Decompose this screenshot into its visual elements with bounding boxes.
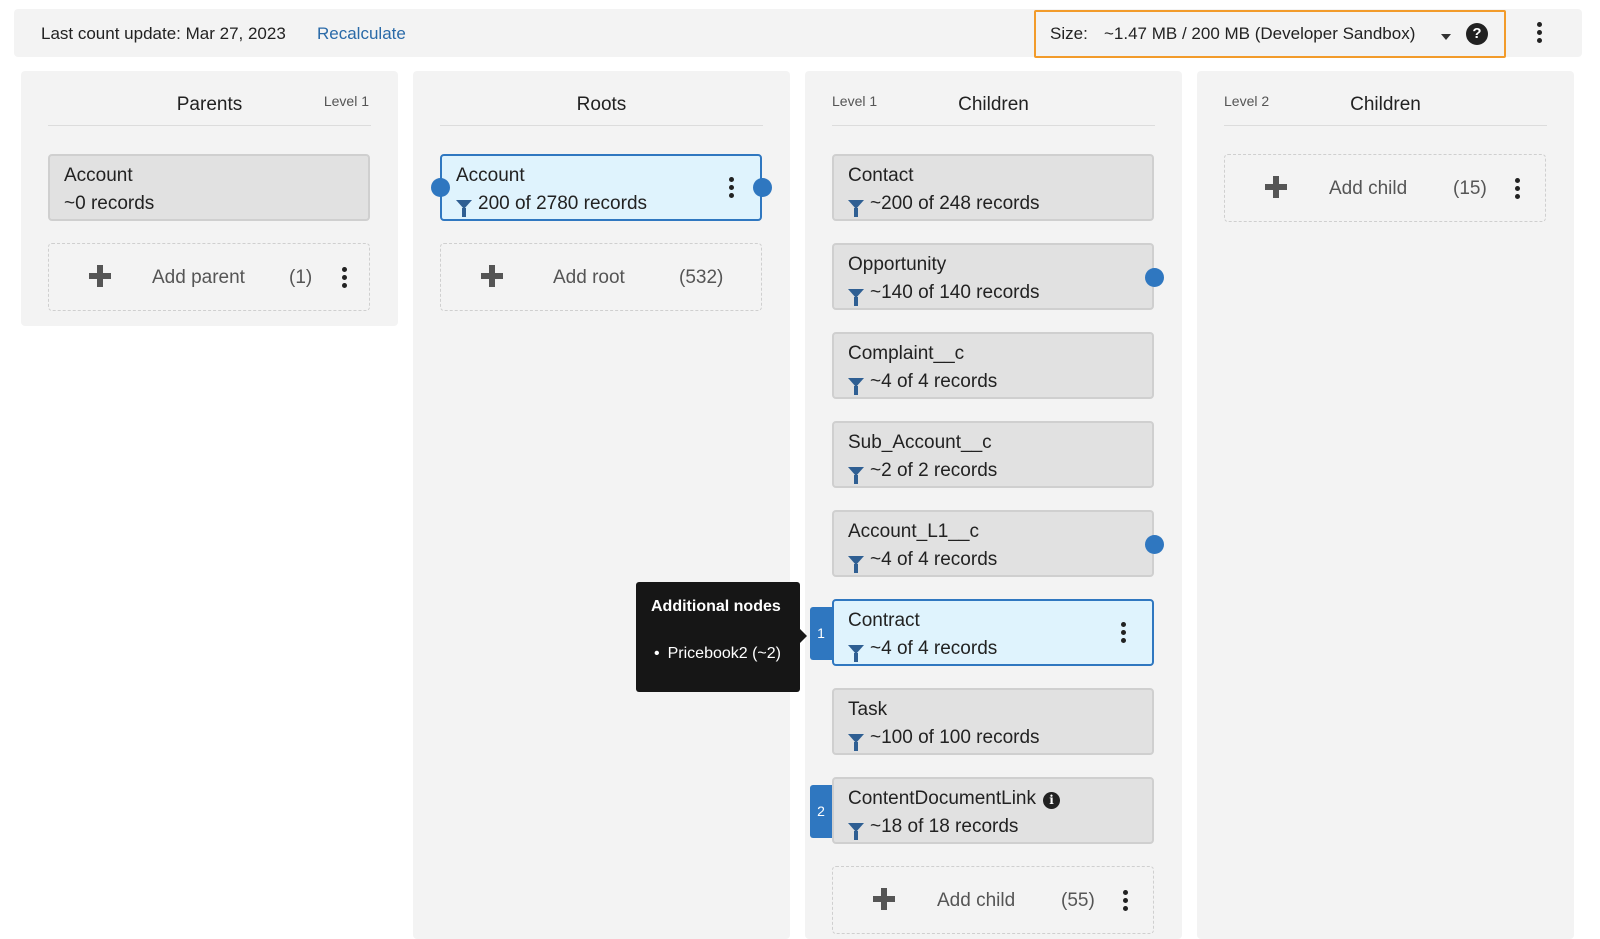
node-name: Sub_Account__c (848, 432, 992, 453)
filter-icon[interactable] (848, 822, 864, 840)
right-connector-dot[interactable] (1145, 268, 1164, 287)
filter-icon[interactable] (848, 733, 864, 751)
children-level1-header: Level 1 Children (832, 71, 1155, 126)
child-node-opportunity[interactable]: Opportunity ~140 of 140 records (832, 243, 1154, 310)
recalculate-link[interactable]: Recalculate (317, 24, 406, 44)
roots-column: Roots Account 200 of 2780 records Add ro… (413, 71, 790, 939)
node-name: ContentDocumentLink i (848, 788, 1060, 810)
parent-node-account[interactable]: Account ~0 records (48, 154, 370, 221)
filter-icon[interactable] (456, 199, 472, 217)
plus-icon[interactable] (89, 265, 111, 287)
child-node-content-document-link[interactable]: ContentDocumentLink i ~18 of 18 records (832, 777, 1154, 844)
right-connector-dot[interactable] (1145, 535, 1164, 554)
more-options-icon[interactable] (1116, 619, 1130, 645)
node-name: Task (848, 699, 888, 720)
node-badge[interactable]: 1 (810, 607, 832, 660)
plus-icon[interactable] (1265, 176, 1287, 198)
node-count: ~200 of 248 records (848, 193, 1040, 217)
filter-icon[interactable] (848, 199, 864, 217)
filter-icon[interactable] (848, 288, 864, 306)
node-name: Account (456, 165, 525, 186)
node-count: ~100 of 100 records (848, 727, 1040, 751)
node-name: Account_L1__c (848, 521, 979, 542)
size-value[interactable]: ~1.47 MB / 200 MB (Developer Sandbox) (1104, 24, 1415, 44)
add-child-count: (15) (1453, 178, 1487, 199)
more-options-icon[interactable] (1510, 175, 1524, 201)
add-child-row: Add child (55) (832, 866, 1154, 934)
more-options-icon[interactable] (1532, 20, 1546, 44)
node-badge[interactable]: 2 (810, 785, 832, 838)
child-node-complaint[interactable]: Complaint__c ~4 of 4 records (832, 332, 1154, 399)
child-node-account-l1[interactable]: Account_L1__c ~4 of 4 records (832, 510, 1154, 577)
add-child-count: (55) (1061, 890, 1095, 911)
right-connector-dot[interactable] (753, 178, 772, 197)
column-title: Parents (176, 94, 243, 115)
root-node-account[interactable]: Account 200 of 2780 records (440, 154, 762, 221)
node-count: 200 of 2780 records (456, 193, 647, 217)
child-node-task[interactable]: Task ~100 of 100 records (832, 688, 1154, 755)
add-root-count: (532) (679, 267, 724, 288)
column-title: Children (1350, 94, 1421, 115)
node-name: Contract (848, 610, 920, 631)
size-label: Size: (1050, 24, 1088, 43)
children-level2-column: Level 2 Children Add child (15) (1197, 71, 1574, 939)
add-root-button[interactable]: Add root (553, 267, 625, 289)
node-name: Account (64, 165, 133, 186)
child-node-contract[interactable]: Contract ~4 of 4 records (832, 599, 1154, 666)
child-node-contact[interactable]: Contact ~200 of 248 records (832, 154, 1154, 221)
add-child-row: Add child (15) (1224, 154, 1546, 222)
node-count: ~4 of 4 records (848, 549, 997, 573)
node-name: Complaint__c (848, 343, 965, 364)
help-icon[interactable]: ? (1466, 23, 1488, 45)
add-root-row: Add root (532) (440, 243, 762, 311)
add-parent-row: Add parent (1) (48, 243, 370, 311)
additional-nodes-tooltip: Additional nodes Pricebook2 (~2) (636, 582, 807, 692)
filter-icon[interactable] (848, 555, 864, 573)
column-title: Children (958, 94, 1029, 115)
node-name: Opportunity (848, 254, 947, 275)
last-count-update: Last count update: Mar 27, 2023 (41, 24, 286, 43)
tooltip-title: Additional nodes (651, 598, 781, 615)
info-icon[interactable]: i (1043, 792, 1060, 809)
add-child-button[interactable]: Add child (937, 890, 1015, 912)
children-level1-column: Level 1 Children Contact ~200 of 248 rec… (805, 71, 1182, 939)
node-count: ~4 of 4 records (848, 371, 997, 395)
plus-icon[interactable] (481, 265, 503, 287)
more-options-icon[interactable] (724, 174, 738, 200)
level-label: Level 1 (323, 93, 369, 109)
left-connector-dot[interactable] (431, 178, 450, 197)
child-node-sub-account[interactable]: Sub_Account__c ~2 of 2 records (832, 421, 1154, 488)
roots-header: Roots (440, 71, 763, 126)
more-options-icon[interactable] (337, 264, 351, 290)
node-count: ~2 of 2 records (848, 460, 997, 484)
plus-icon[interactable] (873, 888, 895, 910)
filter-icon[interactable] (848, 377, 864, 395)
size-indicator[interactable]: Size: ~1.47 MB / 200 MB (Developer Sandb… (1034, 10, 1506, 58)
children-level2-header: Level 2 Children (1224, 71, 1547, 126)
filter-icon[interactable] (848, 466, 864, 484)
parents-column: Parents Level 1 Account ~0 records Add p… (21, 71, 398, 326)
filter-icon[interactable] (848, 644, 864, 662)
node-name: Contact (848, 165, 914, 186)
node-count: ~0 records (64, 193, 155, 214)
caret-down-icon[interactable] (1441, 34, 1451, 40)
add-parent-button[interactable]: Add parent (152, 267, 245, 289)
node-count: ~4 of 4 records (848, 638, 997, 662)
more-options-icon[interactable] (1118, 887, 1132, 913)
add-parent-count: (1) (289, 267, 313, 288)
tooltip-arrow (800, 629, 807, 643)
column-title: Roots (576, 94, 627, 115)
node-count: ~18 of 18 records (848, 816, 1018, 840)
parents-header: Parents Level 1 (48, 71, 371, 126)
add-child-button[interactable]: Add child (1329, 178, 1407, 200)
node-count: ~140 of 140 records (848, 282, 1040, 306)
tooltip-item: Pricebook2 (~2) (654, 645, 781, 663)
